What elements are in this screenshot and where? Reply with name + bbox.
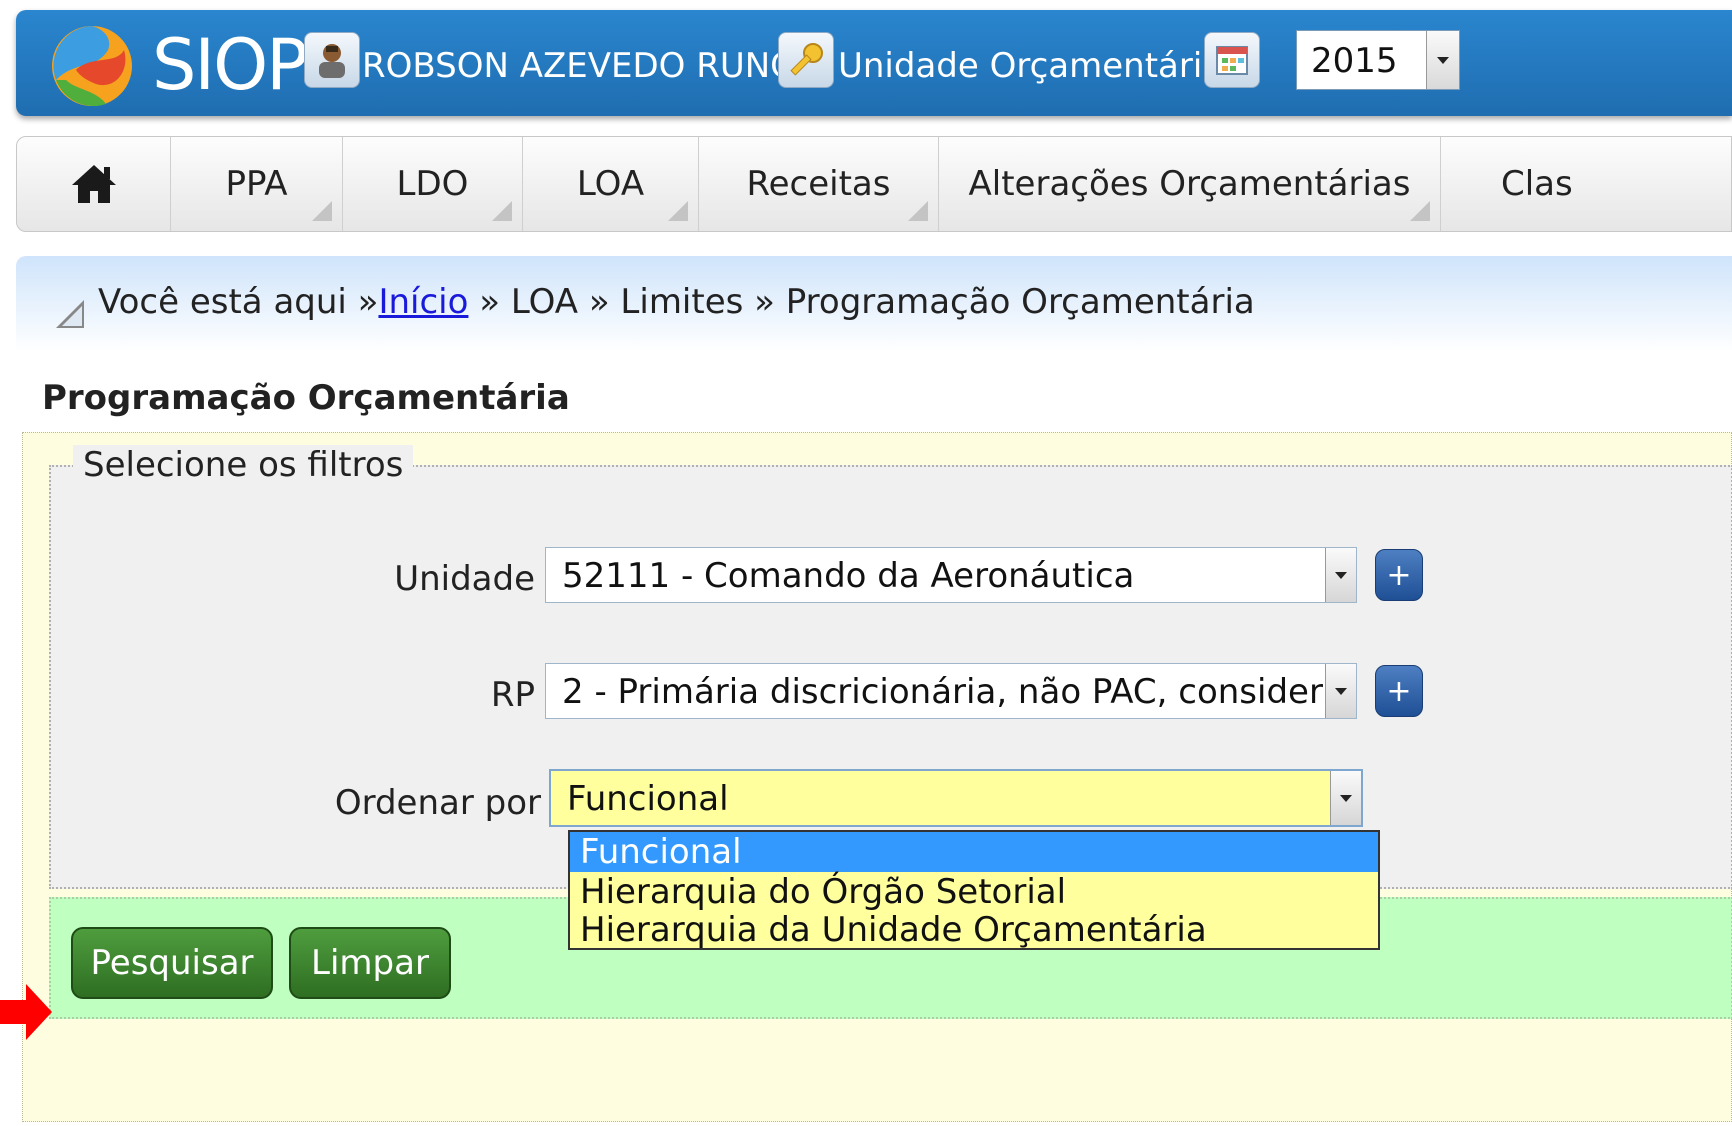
year-select[interactable]: 2015 [1296, 30, 1460, 90]
chevron-down-icon [1335, 688, 1347, 695]
nav-home[interactable] [17, 137, 171, 231]
profile-name[interactable]: Unidade Orçamentária [838, 46, 1223, 86]
nav-loa[interactable]: LOA [523, 137, 699, 231]
nav-ldo[interactable]: LDO [343, 137, 523, 231]
siop-logo-icon [52, 26, 132, 107]
user-name[interactable]: ROBSON AZEVEDO RUNG [362, 46, 797, 86]
unidade-value: 52111 - Comando da Aeronáutica [562, 556, 1135, 596]
nav-clas-label: Clas [1501, 164, 1573, 204]
nav-ppa[interactable]: PPA [171, 137, 343, 231]
nav-alteracoes-label: Alterações Orçamentárias [968, 164, 1411, 204]
add-rp-button[interactable]: + [1375, 665, 1423, 717]
page-title: Programação Orçamentária [42, 378, 570, 418]
unidade-label: Unidade [394, 559, 535, 599]
breadcrumb-text: Você está aqui »Início » LOA » Limites »… [98, 282, 1255, 322]
rp-label: RP [490, 675, 535, 715]
ordenar-value: Funcional [567, 779, 729, 819]
rp-select[interactable]: 2 - Primária discricionária, não PAC, co… [545, 663, 1357, 719]
breadcrumb: Você está aqui »Início » LOA » Limites »… [16, 256, 1732, 352]
breadcrumb-corner-icon [56, 300, 84, 328]
nav-ldo-label: LDO [396, 164, 469, 204]
ordenar-dropdown-button[interactable] [1330, 771, 1361, 825]
logo-text: SIOP [152, 24, 308, 106]
dropdown-option[interactable]: Hierarquia do Órgão Setorial [570, 872, 1378, 912]
year-value: 2015 [1311, 41, 1398, 81]
main-nav: PPA LDO LOA Receitas Alterações Orçament… [16, 136, 1732, 232]
chevron-down-icon [1340, 795, 1352, 802]
unidade-dropdown-button[interactable] [1325, 548, 1356, 602]
year-dropdown-button[interactable] [1426, 31, 1459, 89]
clear-button[interactable]: Limpar [289, 927, 451, 999]
calendar-icon [1204, 32, 1260, 88]
dropdown-option[interactable]: Hierarquia da Unidade Orçamentária [570, 910, 1378, 950]
ordenar-select[interactable]: Funcional [549, 769, 1363, 827]
filters-fieldset: Selecione os filtros Unidade 52111 - Com… [49, 433, 1732, 889]
nav-clas[interactable]: Clas [1441, 137, 1732, 231]
rp-value: 2 - Primária discricionária, não PAC, co… [562, 672, 1357, 712]
breadcrumb-path: » LOA » Limites » Programação Orçamentár… [468, 282, 1255, 322]
chevron-down-icon [1335, 572, 1347, 579]
nav-receitas-label: Receitas [746, 164, 891, 204]
nav-ppa-label: PPA [225, 164, 288, 204]
dropdown-option[interactable]: Funcional [570, 832, 1378, 872]
filters-legend: Selecione os filtros [73, 445, 414, 485]
chevron-down-icon [1437, 57, 1449, 64]
breadcrumb-home-link[interactable]: Início [378, 282, 468, 322]
breadcrumb-prefix: Você está aqui » [98, 282, 379, 322]
annotation-arrow-icon [0, 984, 52, 1040]
top-bar: SIOP ROBSON AZEVEDO RUNG Unidade Orçamen… [16, 10, 1732, 116]
nav-receitas[interactable]: Receitas [699, 137, 939, 231]
search-button[interactable]: Pesquisar [71, 927, 273, 999]
page: SIOP ROBSON AZEVEDO RUNG Unidade Orçamen… [16, 10, 1732, 1126]
filter-panel: Selecione os filtros Unidade 52111 - Com… [22, 432, 1732, 1122]
key-icon [778, 32, 834, 88]
home-icon [71, 165, 116, 203]
unidade-select[interactable]: 52111 - Comando da Aeronáutica [545, 547, 1357, 603]
add-unidade-button[interactable]: + [1375, 549, 1423, 601]
nav-loa-label: LOA [576, 164, 645, 204]
nav-alteracoes[interactable]: Alterações Orçamentárias [939, 137, 1441, 231]
user-icon [304, 32, 360, 88]
ordenar-dropdown-list: Funcional Hierarquia do Órgão Setorial H… [568, 830, 1380, 950]
ordenar-label: Ordenar por [334, 783, 541, 823]
rp-dropdown-button[interactable] [1325, 664, 1356, 718]
